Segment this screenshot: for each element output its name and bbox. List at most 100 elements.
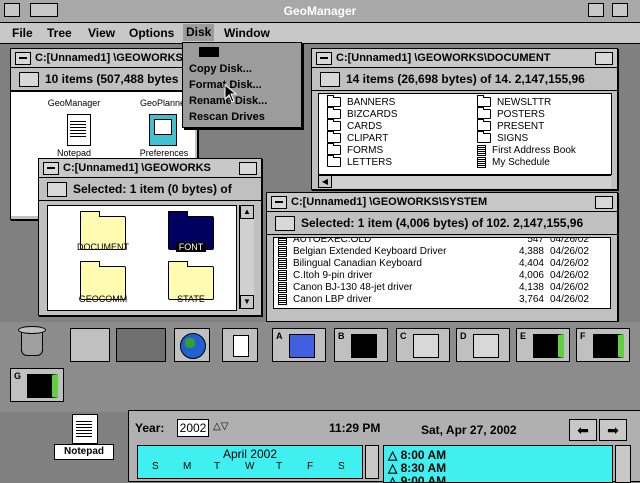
- month-calendar[interactable]: April 2002 S M T W T F S: [137, 445, 363, 479]
- window-titlebar[interactable]: C:[Unnamed1] \GEOWORKS\SYSTEM: [267, 193, 617, 212]
- list-item[interactable]: My Schedule: [477, 157, 550, 168]
- scroll-left-icon[interactable]: ◀: [318, 175, 332, 188]
- weekday-label: M: [183, 461, 192, 472]
- menu-disk[interactable]: Disk: [183, 24, 215, 41]
- list-item-label: POSTERS: [497, 109, 545, 120]
- menu-item-rescan-drives[interactable]: Rescan Drives: [189, 111, 265, 123]
- preferences-app-icon[interactable]: [149, 114, 177, 146]
- file-size: 3,764: [518, 294, 544, 305]
- list-item[interactable]: CARDS: [327, 119, 382, 132]
- overlapping-windows-icon[interactable]: [116, 328, 166, 362]
- drive-g-button[interactable]: G: [10, 368, 64, 402]
- folder-up-icon[interactable]: [19, 72, 39, 87]
- document-icon: [477, 157, 486, 168]
- table-row[interactable]: Bilingual Canadian Keyboard 4,404 04/26/02: [278, 258, 604, 269]
- list-item[interactable]: NEWSLTTR: [477, 95, 551, 108]
- minimize-icon[interactable]: [588, 3, 604, 17]
- event-row[interactable]: △ 8:30 AM: [388, 461, 446, 475]
- window-system[interactable]: C:[Unnamed1] \GEOWORKS\SYSTEM Selected: …: [266, 192, 618, 322]
- drive-e-button[interactable]: E: [516, 328, 570, 362]
- weekday-label: W: [245, 461, 255, 472]
- icon-label: GeoManager: [47, 98, 101, 108]
- window-menu-icon[interactable]: [43, 162, 59, 175]
- planner-panel: Year: 2002 △▽ 11:29 PM Sat, Apr 27, 2002…: [128, 410, 640, 483]
- file-size: 4,404: [518, 258, 544, 269]
- drive-letter: G: [14, 371, 22, 381]
- file-date: 04/26/02: [550, 294, 589, 305]
- list-item[interactable]: SIGNS: [477, 131, 528, 144]
- horizontal-scrollbar[interactable]: ◀: [318, 175, 611, 188]
- maximize-icon[interactable]: [595, 52, 613, 65]
- list-item-label: LETTERS: [347, 157, 393, 168]
- menu-item-copy-disk[interactable]: Copy Disk...: [189, 63, 252, 75]
- event-row[interactable]: △ 8:00 AM: [388, 448, 446, 462]
- documents-icon[interactable]: [222, 328, 258, 362]
- drive-f-button[interactable]: F: [576, 328, 630, 362]
- maximize-icon[interactable]: [612, 3, 628, 17]
- list-item[interactable]: CLIPART: [327, 131, 388, 144]
- wastebasket-icon[interactable]: [18, 326, 46, 356]
- menu-options[interactable]: Options: [129, 26, 174, 40]
- drive-d-button[interactable]: D: [456, 328, 510, 362]
- event-list[interactable]: △ 8:00 AM △ 8:30 AM △ 9:00 AM: [383, 445, 613, 483]
- list-item[interactable]: FORMS: [327, 143, 383, 156]
- list-item-label: BIZCARDS: [347, 109, 398, 120]
- year-field[interactable]: 2002: [177, 419, 209, 437]
- window-geoworks-folders[interactable]: C:[Unnamed1] \GEOWORKS Selected: 1 item …: [38, 158, 262, 316]
- folder-icon: [327, 107, 341, 120]
- table-row[interactable]: Canon BJ-130 48-jet driver 4,138 04/26/02: [278, 282, 604, 293]
- list-item[interactable]: PRESENT: [477, 119, 544, 132]
- drive-b-button[interactable]: B: [334, 328, 388, 362]
- list-item-label: First Address Book: [492, 145, 576, 157]
- window-info-text: 14 items (26,698 bytes) of 14. 2,147,155…: [346, 72, 585, 86]
- scroll-up-icon[interactable]: ▲: [240, 205, 254, 219]
- tearoff-icon[interactable]: [189, 47, 221, 57]
- desktop-view-icon[interactable]: [70, 328, 110, 362]
- folder-icon: [327, 155, 341, 168]
- list-item[interactable]: POSTERS: [477, 107, 545, 120]
- list-item[interactable]: BANNERS: [327, 95, 395, 108]
- window-titlebar[interactable]: C:[Unnamed1] \GEOWORKS: [39, 159, 261, 178]
- window-menu-icon[interactable]: [271, 196, 287, 209]
- scroll-down-icon[interactable]: ▼: [240, 295, 254, 309]
- menu-view[interactable]: View: [88, 26, 115, 40]
- menu-file[interactable]: File: [12, 26, 33, 40]
- event-scrollbar[interactable]: [615, 445, 631, 483]
- table-row[interactable]: C.Itoh 9-pin driver 4,006 04/26/02: [278, 270, 604, 281]
- folder-up-icon[interactable]: [47, 182, 67, 197]
- window-titlebar[interactable]: C:[Unnamed1] \GEOWORKS: [11, 49, 197, 68]
- window-menu-icon[interactable]: [316, 52, 332, 65]
- table-row[interactable]: Canon LBP driver 3,764 04/26/02: [278, 294, 604, 305]
- file-name: Canon LBP driver: [293, 294, 372, 306]
- list-item[interactable]: LETTERS: [327, 155, 393, 168]
- window-titlebar[interactable]: C:[Unnamed1] \GEOWORKS\DOCUMENT: [312, 49, 617, 68]
- notepad-app-icon[interactable]: [67, 114, 91, 146]
- folder-up-icon[interactable]: [275, 216, 295, 231]
- prev-day-button[interactable]: ⬅: [569, 419, 597, 441]
- next-day-button[interactable]: ➡: [599, 419, 627, 441]
- network-drive-icon: [593, 334, 624, 358]
- globe-icon[interactable]: [174, 328, 210, 362]
- folder-up-icon[interactable]: [320, 72, 340, 87]
- menu-tree[interactable]: Tree: [47, 26, 72, 40]
- window-menu-icon[interactable]: [15, 52, 31, 65]
- table-row[interactable]: Belgian Extended Keyboard Driver 4,388 04/…: [278, 246, 604, 257]
- window-document[interactable]: C:[Unnamed1] \GEOWORKS\DOCUMENT 14 items…: [311, 48, 618, 190]
- maximize-icon[interactable]: [239, 162, 257, 175]
- notepad-desktop-icon[interactable]: [72, 414, 98, 444]
- year-stepper-icon[interactable]: △▽: [213, 419, 237, 435]
- vertical-scrollbar[interactable]: ▲ ▼: [239, 205, 254, 309]
- drive-a-button[interactable]: A: [272, 328, 326, 362]
- menu-window[interactable]: Window: [224, 26, 270, 40]
- event-row[interactable]: △ 9:00 AM: [388, 474, 446, 482]
- notepad-desktop-label[interactable]: Notepad: [54, 444, 114, 460]
- table-row[interactable]: AUTOEXEC.OLD 547 04/26/02: [278, 238, 604, 245]
- drive-c-button[interactable]: C: [396, 328, 450, 362]
- network-drive-icon: [27, 374, 58, 398]
- list-item[interactable]: BIZCARDS: [327, 107, 398, 120]
- window-info-bar: 10 items (507,488 bytes: [11, 68, 197, 91]
- window-title: C:[Unnamed1] \GEOWORKS\SYSTEM: [291, 196, 488, 208]
- maximize-icon[interactable]: [595, 196, 613, 209]
- list-item[interactable]: First Address Book: [477, 145, 576, 156]
- calendar-scrollbar[interactable]: [365, 445, 379, 479]
